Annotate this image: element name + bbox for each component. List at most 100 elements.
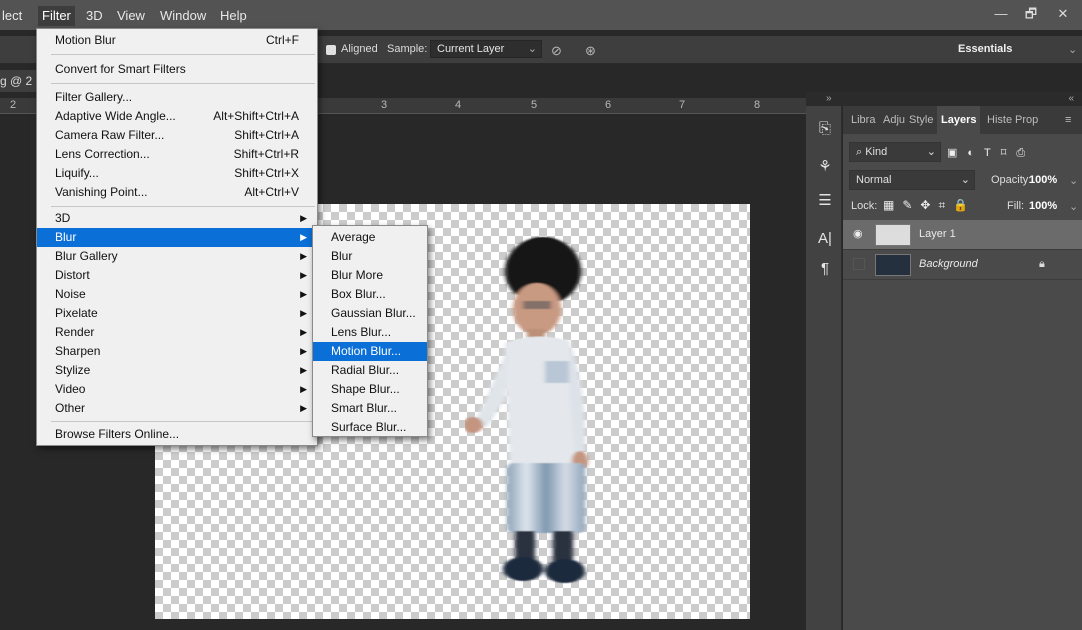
minimize-button[interactable]: — bbox=[988, 5, 1014, 23]
tab-adjustments[interactable]: Adju bbox=[883, 114, 905, 126]
motion-blur-item[interactable]: Motion Blur... bbox=[313, 342, 427, 361]
filter-gallery-item[interactable]: Filter Gallery... bbox=[37, 88, 317, 107]
dock-header: » « bbox=[806, 92, 1082, 106]
tab-layers[interactable]: Layers bbox=[937, 106, 981, 134]
shape-blur-item[interactable]: Shape Blur... bbox=[313, 380, 427, 399]
eye-icon[interactable]: ◉ bbox=[853, 228, 865, 240]
chevron-down-icon[interactable]: ⌄ bbox=[1069, 174, 1078, 187]
submenu-video[interactable]: Video ▶ bbox=[37, 380, 317, 399]
menu-help[interactable]: Help bbox=[220, 8, 247, 23]
adjust-icon[interactable]: ☰ bbox=[814, 190, 836, 212]
document-tab-label: g @ 2 bbox=[0, 74, 33, 88]
layer-filter-icons[interactable]: ▣◐T⌑⎙ bbox=[947, 146, 1035, 160]
menu-select[interactable]: lect bbox=[2, 8, 22, 23]
submenu-arrow-icon: ▶ bbox=[300, 403, 307, 413]
blur-average-item[interactable]: Average bbox=[313, 228, 427, 247]
box-blur-item[interactable]: Box Blur... bbox=[313, 285, 427, 304]
radial-blur-item[interactable]: Radial Blur... bbox=[313, 361, 427, 380]
lock-label: Lock: bbox=[851, 200, 878, 212]
collapse-panels-icon[interactable]: « bbox=[1068, 93, 1074, 104]
submenu-arrow-icon: ▶ bbox=[300, 346, 307, 356]
layer-thumbnail bbox=[875, 224, 911, 246]
menu-item-label: Vanishing Point... bbox=[55, 185, 148, 199]
gaussian-blur-item[interactable]: Gaussian Blur... bbox=[313, 304, 427, 323]
browse-filters-online-item[interactable]: Browse Filters Online... bbox=[37, 425, 317, 444]
submenu-noise[interactable]: Noise ▶ bbox=[37, 285, 317, 304]
brush-settings-icon[interactable]: ⚘ bbox=[814, 156, 836, 178]
ignore-adjustment-icon[interactable]: ⊘ bbox=[551, 43, 562, 59]
submenu-blur-gallery[interactable]: Blur Gallery ▶ bbox=[37, 247, 317, 266]
aligned-checkbox[interactable] bbox=[326, 45, 336, 55]
submenu-render[interactable]: Render ▶ bbox=[37, 323, 317, 342]
submenu-blur[interactable]: Blur ▶ bbox=[37, 228, 317, 247]
menu-item-shortcut: Shift+Ctrl+A bbox=[234, 128, 299, 142]
lens-correction-item[interactable]: Lens Correction... Shift+Ctrl+R bbox=[37, 145, 317, 164]
chevron-down-icon[interactable]: ⌄ bbox=[1068, 43, 1077, 56]
panel-tab-bar: Libra Adju Style Layers Histe Prop ≡ bbox=[843, 106, 1082, 134]
menu-item-label: Stylize bbox=[55, 363, 91, 377]
pressure-icon[interactable]: ⊛ bbox=[585, 43, 596, 59]
chevron-down-icon[interactable]: ⌄ bbox=[1069, 200, 1078, 213]
sample-select[interactable]: Current Layer ⌄ bbox=[430, 40, 542, 58]
vanishing-point-item[interactable]: Vanishing Point... Alt+Ctrl+V bbox=[37, 183, 317, 202]
menu-view[interactable]: View bbox=[117, 8, 145, 23]
submenu-arrow-icon: ▶ bbox=[300, 251, 307, 261]
menu-filter[interactable]: Filter bbox=[38, 6, 75, 26]
menu-item-label: Lens Correction... bbox=[55, 147, 150, 161]
submenu-arrow-icon: ▶ bbox=[300, 213, 307, 223]
layer-row-background[interactable]: Background 🔒︎ bbox=[843, 250, 1082, 280]
camera-raw-filter-item[interactable]: Camera Raw Filter... Shift+Ctrl+A bbox=[37, 126, 317, 145]
blend-mode-select[interactable]: Normal ⌄ bbox=[849, 170, 975, 190]
menu-separator bbox=[51, 83, 315, 84]
tab-properties[interactable]: Prop bbox=[1015, 114, 1038, 126]
submenu-stylize[interactable]: Stylize ▶ bbox=[37, 361, 317, 380]
document-tab[interactable]: g @ 2 bbox=[0, 70, 36, 92]
restore-button[interactable]: 🗗 bbox=[1018, 5, 1044, 23]
submenu-sharpen[interactable]: Sharpen ▶ bbox=[37, 342, 317, 361]
character-icon[interactable]: A| bbox=[814, 228, 836, 250]
adaptive-wide-angle-item[interactable]: Adaptive Wide Angle... Alt+Shift+Ctrl+A bbox=[37, 107, 317, 126]
libraries-icon[interactable]: ⎘ bbox=[814, 118, 836, 140]
close-button[interactable]: ✕ bbox=[1050, 5, 1076, 23]
blur-blur-item[interactable]: Blur bbox=[313, 247, 427, 266]
submenu-arrow-icon: ▶ bbox=[300, 308, 307, 318]
menu-item-label: 3D bbox=[55, 211, 71, 225]
submenu-distort[interactable]: Distort ▶ bbox=[37, 266, 317, 285]
submenu-3d[interactable]: 3D ▶ bbox=[37, 209, 317, 228]
tab-libraries[interactable]: Libra bbox=[851, 114, 875, 126]
menu-item-label: Pixelate bbox=[55, 306, 98, 320]
last-filter-shortcut: Ctrl+F bbox=[266, 33, 299, 47]
layers-panel: Libra Adju Style Layers Histe Prop ≡ ⌕ K… bbox=[843, 106, 1082, 630]
opacity-label: Opacity: bbox=[991, 174, 1032, 186]
menu-window[interactable]: Window bbox=[160, 8, 206, 23]
lock-icons[interactable]: ▦✎✥⌗🔒 bbox=[883, 198, 976, 213]
menu-separator bbox=[51, 421, 315, 422]
tab-styles[interactable]: Style bbox=[909, 114, 933, 126]
last-filter-item[interactable]: Motion Blur Ctrl+F bbox=[37, 31, 317, 50]
tab-histogram[interactable]: Histe bbox=[987, 114, 1012, 126]
menu-item-label: Noise bbox=[55, 287, 86, 301]
lens-blur-item[interactable]: Lens Blur... bbox=[313, 323, 427, 342]
menu-item-label: Camera Raw Filter... bbox=[55, 128, 165, 142]
submenu-pixelate[interactable]: Pixelate ▶ bbox=[37, 304, 317, 323]
menu-3d[interactable]: 3D bbox=[86, 8, 103, 23]
opacity-value[interactable]: 100% bbox=[1029, 174, 1057, 186]
surface-blur-item[interactable]: Surface Blur... bbox=[313, 418, 427, 437]
menu-item-label: Distort bbox=[55, 268, 90, 282]
layer-row-layer1[interactable]: ◉ Layer 1 bbox=[843, 220, 1082, 250]
workspace-select[interactable]: Essentials bbox=[958, 43, 1012, 55]
panel-menu-icon[interactable]: ≡ bbox=[1065, 114, 1071, 126]
blur-more-item[interactable]: Blur More bbox=[313, 266, 427, 285]
visibility-toggle[interactable] bbox=[853, 258, 865, 270]
convert-smart-filters-item[interactable]: Convert for Smart Filters bbox=[37, 60, 317, 79]
kind-filter-select[interactable]: ⌕ Kind ⌄ bbox=[849, 142, 941, 162]
submenu-arrow-icon: ▶ bbox=[300, 289, 307, 299]
smart-blur-item[interactable]: Smart Blur... bbox=[313, 399, 427, 418]
liquify-item[interactable]: Liquify... Shift+Ctrl+X bbox=[37, 164, 317, 183]
submenu-other[interactable]: Other ▶ bbox=[37, 399, 317, 418]
fill-value[interactable]: 100% bbox=[1029, 200, 1057, 212]
menu-item-label: Render bbox=[55, 325, 95, 339]
paragraph-icon[interactable]: ¶ bbox=[814, 258, 836, 280]
expand-panels-icon[interactable]: » bbox=[826, 93, 832, 104]
blend-mode-value: Normal bbox=[856, 174, 892, 186]
